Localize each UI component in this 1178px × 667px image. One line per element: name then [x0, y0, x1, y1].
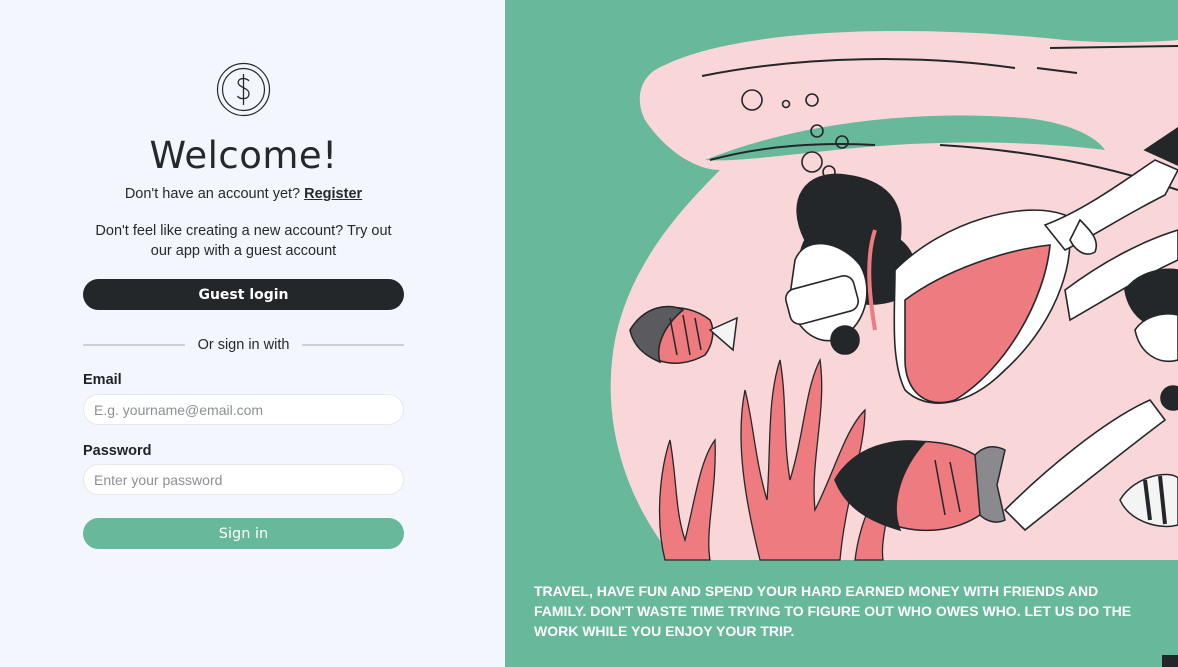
hero-panel: TRAVEL, HAVE FUN AND SPEND YOUR HARD EAR… [505, 0, 1178, 667]
page-title: Welcome! [149, 134, 338, 177]
password-field[interactable] [83, 464, 404, 495]
divider-line-left [83, 344, 185, 346]
register-prompt: Don't have an account yet? Register [0, 186, 487, 202]
divider-line-right [302, 344, 404, 346]
sign-in-divider: Or sign in with [83, 336, 404, 354]
no-account-text: Don't have an account yet? [124, 186, 301, 202]
password-label: Password [83, 443, 152, 459]
tagline-banner: TRAVEL, HAVE FUN AND SPEND YOUR HARD EAR… [505, 561, 1162, 667]
email-label: Email [83, 372, 122, 388]
register-link[interactable]: Register [304, 186, 362, 202]
guest-prompt: Don't feel like creating a new account? … [95, 223, 392, 259]
divider-text: Or sign in with [197, 337, 290, 353]
email-field[interactable] [83, 394, 404, 425]
dollar-coin-icon [216, 62, 271, 117]
sign-in-button[interactable]: Sign in [83, 518, 404, 549]
tagline-text: TRAVEL, HAVE FUN AND SPEND YOUR HARD EAR… [534, 583, 1132, 639]
login-panel: Welcome! Don't have an account yet? Regi… [0, 0, 505, 667]
guest-login-button[interactable]: Guest login [83, 279, 404, 310]
